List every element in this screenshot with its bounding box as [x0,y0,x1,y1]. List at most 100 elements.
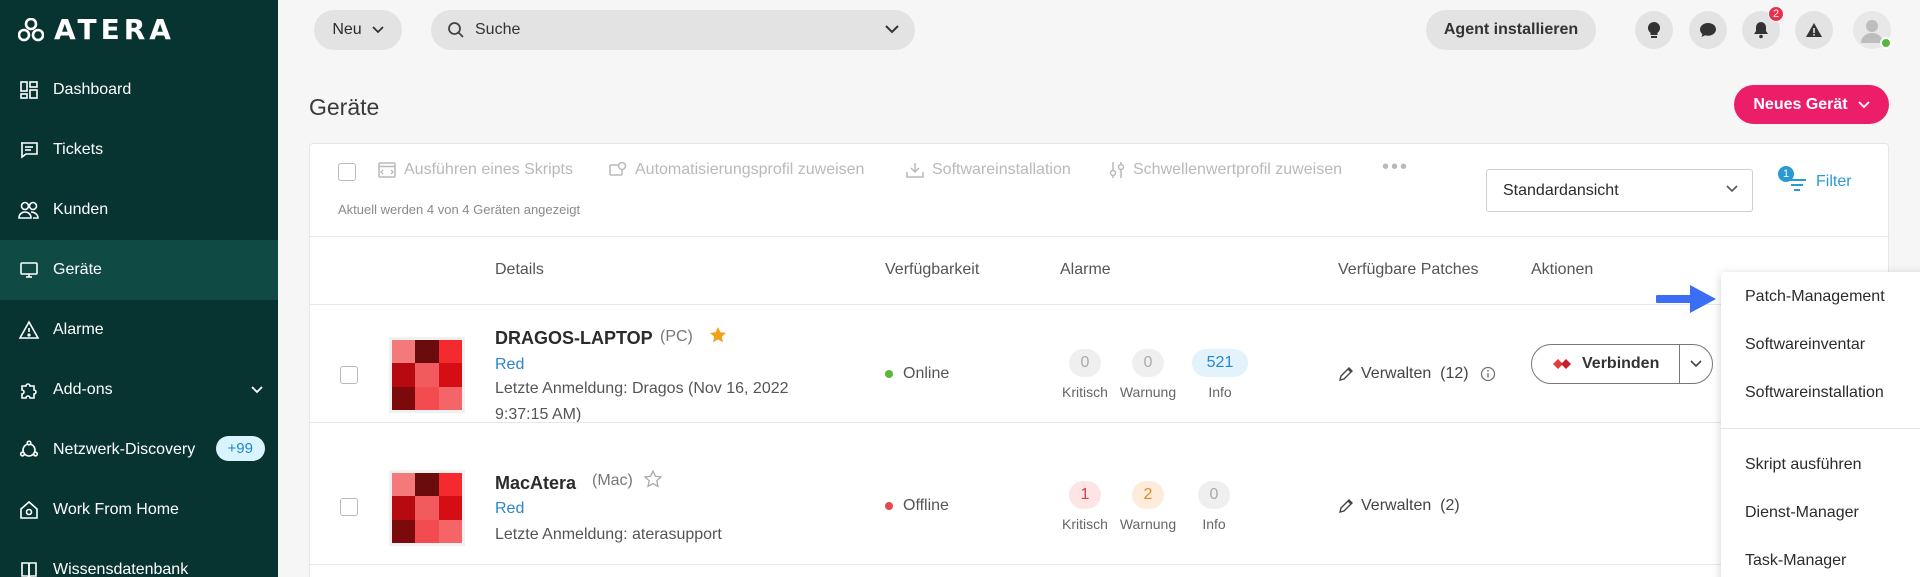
column-header-availability[interactable]: Verfügbarkeit [885,261,979,279]
puzzle-icon [18,379,40,401]
sidebar-item-dashboard[interactable]: Dashboard [0,60,278,120]
manage-patches-label: Verwalten (2) [1361,497,1460,514]
sidebar-item-wissensdatenbank[interactable]: Wissensdatenbank [0,540,278,577]
sidebar-item-alarme[interactable]: Alarme [0,300,278,360]
filter-label: Filter [1816,173,1852,190]
pen-edit-icon [1339,499,1353,513]
run-script-action[interactable]: Ausführen eines Skripts [378,161,573,179]
user-avatar[interactable] [1853,11,1892,49]
row-checkbox[interactable] [340,366,358,384]
more-actions-icon[interactable]: ••• [1382,156,1409,179]
install-agent-label: Agent installieren [1443,21,1579,38]
divider [310,304,1890,305]
sidebar-item-label: Tickets [53,141,104,158]
warning-triangle-icon [18,319,40,341]
atera-logo[interactable]: ATERA [18,16,175,44]
menu-item-patch-management[interactable]: Patch-Management [1745,288,1885,306]
column-header-details[interactable]: Details [495,261,544,279]
pointer-arrow-icon [1656,285,1716,313]
view-select[interactable]: Standardansicht [1486,169,1753,212]
device-avatar [389,470,465,546]
alarm-critical-label: Kritisch [1062,516,1108,532]
device-tag[interactable]: Red [495,500,524,518]
notification-count-badge: 2 [1768,6,1784,22]
device-type: (PC) [660,328,693,345]
connect-dropdown-toggle[interactable] [1680,345,1712,383]
menu-item-software-installation[interactable]: Softwareinstallation [1745,384,1884,402]
alarm-warning-count[interactable]: 2 [1132,481,1164,509]
chevron-down-icon[interactable] [885,25,899,35]
menu-item-run-script[interactable]: Skript ausführen [1745,456,1862,474]
menu-item-software-inventory[interactable]: Softwareinventar [1745,336,1865,354]
sidebar: ATERA Dashboard Tickets Kunden Geräte Al… [0,0,278,577]
alarm-warning-label: Warnung [1119,384,1177,400]
new-device-button[interactable]: Neues Gerät [1734,85,1889,124]
sidebar-item-work-from-home[interactable]: Work From Home [0,480,278,540]
sidebar-item-label: Dashboard [53,81,132,98]
chevron-down-icon [372,26,384,34]
alarm-critical-label: Kritisch [1062,384,1108,400]
chevron-down-icon [250,382,264,400]
column-header-actions[interactable]: Aktionen [1531,261,1593,279]
chat-button[interactable] [1689,11,1727,49]
device-name[interactable]: DRAGOS-LAPTOP [495,328,653,349]
warning-triangle-icon [1806,23,1822,37]
row-checkbox[interactable] [340,498,358,516]
divider [310,236,1890,237]
device-count-status: Aktuell werden 4 von 4 Geräten angezeigt [338,202,581,217]
sidebar-item-label: Alarme [53,321,104,338]
search-icon [448,22,464,38]
download-icon [906,163,924,178]
star-filled-icon[interactable] [709,326,727,344]
connect-button[interactable]: Verbinden [1532,345,1681,383]
alarm-critical-count[interactable]: 1 [1069,481,1101,509]
script-icon [378,162,396,178]
bell-icon [1754,22,1768,39]
column-header-patches[interactable]: Verfügbare Patches [1338,261,1479,279]
sidebar-item-label: Work From Home [53,501,179,518]
sidebar-item-geraete[interactable]: Geräte [0,240,278,300]
last-login-line: Letzte Anmeldung: aterasupport [495,526,722,543]
notifications-button[interactable]: 2 [1742,6,1784,49]
new-button-label: Neu [332,21,362,38]
alarm-critical-count[interactable]: 0 [1069,349,1101,377]
chevron-down-icon [1726,185,1738,193]
manage-patches-link[interactable]: Verwalten (2) [1338,497,1460,515]
alarm-info-count[interactable]: 521 [1192,349,1248,377]
menu-item-task-manager[interactable]: Task-Manager [1745,552,1846,570]
install-agent-button[interactable]: Agent installieren [1426,10,1596,50]
assign-automation-profile-action[interactable]: Automatisierungsprofil zuweisen [609,161,864,179]
alerts-button[interactable] [1795,11,1833,49]
software-installation-action[interactable]: Softwareinstallation [906,161,1071,179]
new-device-label: Neues Gerät [1753,95,1848,113]
manage-patches-link[interactable]: Verwalten (12) [1338,365,1496,383]
star-outline-icon[interactable] [644,470,662,488]
connect-dropdown-menu: Patch-Management Softwareinventar Softwa… [1721,272,1920,577]
device-tag[interactable]: Red [495,356,524,374]
new-menu-button[interactable]: Neu [314,10,402,50]
divider [310,422,1890,423]
alarm-warning-count[interactable]: 0 [1132,349,1164,377]
chat-bubble-icon [1700,23,1716,37]
assign-threshold-profile-action[interactable]: Schwellenwertprofil zuweisen [1109,161,1342,179]
info-icon[interactable] [1480,366,1496,382]
sidebar-item-kunden[interactable]: Kunden [0,180,278,240]
tips-button[interactable] [1635,11,1673,49]
column-header-alarms[interactable]: Alarme [1060,261,1111,279]
filter-button[interactable]: 1 Filter [1778,166,1852,192]
sidebar-item-netzwerk-discovery[interactable]: Netzwerk-Discovery +99 [0,420,278,480]
sidebar-item-tickets[interactable]: Tickets [0,120,278,180]
splashtop-logo-icon [1553,359,1571,369]
sidebar-item-addons[interactable]: Add-ons [0,360,278,420]
run-script-label: Ausführen eines Skripts [404,161,573,178]
menu-item-service-manager[interactable]: Dienst-Manager [1745,504,1859,522]
device-name[interactable]: MacAtera [495,473,576,494]
select-all-checkbox[interactable] [338,163,356,181]
alarm-info-count[interactable]: 0 [1198,481,1230,509]
last-login: Letzte Anmeldung: Dragos (Nov 16, 2022 9… [495,376,789,428]
lightbulb-icon [1647,21,1661,38]
search-input[interactable]: Suche [431,10,915,50]
ticket-chat-icon [18,139,40,161]
view-select-value: Standardansicht [1503,181,1619,199]
availability-label: Online [903,365,950,382]
